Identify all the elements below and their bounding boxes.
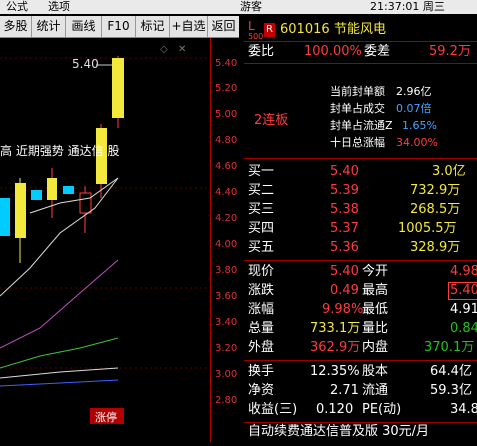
chart-title: 高 近期强势 通达信 股 bbox=[0, 143, 119, 158]
f10-button[interactable]: F10 bbox=[102, 16, 136, 37]
wei-row: 委比 100.00% 委差 59.2万 bbox=[248, 44, 471, 59]
stat-row-2: 涨跌 0.49 最高 5.40 bbox=[244, 281, 477, 301]
axis-tick: 3.20 bbox=[215, 343, 238, 354]
axis-tick: 4.00 bbox=[215, 239, 238, 250]
axis-tick: 3.60 bbox=[215, 291, 238, 302]
candle-1 bbox=[0, 198, 10, 236]
multi-stock-button[interactable]: 多股 bbox=[0, 16, 32, 37]
axis-tick: 4.60 bbox=[215, 161, 238, 172]
candle-2 bbox=[15, 183, 26, 238]
axis-tick: 5.20 bbox=[215, 83, 238, 94]
margin-badge: R bbox=[264, 23, 275, 37]
quote-panel: L 500 R 601016 节能风电 委比 100.00% 委差 59.2万 … bbox=[244, 16, 477, 442]
buy-row-3[interactable]: 买三 5.38 268.5万 bbox=[244, 200, 477, 220]
board-tag: L bbox=[248, 19, 255, 33]
chart-toolbar: 多股 统计 画线 F10 标记 +自选 返回 bbox=[0, 16, 239, 38]
seal-row-4: 十日总涨幅 34.00% bbox=[330, 136, 438, 149]
axis-tick: 3.40 bbox=[215, 317, 238, 328]
buy-row-4[interactable]: 买四 5.37 1005.5万 bbox=[244, 219, 477, 239]
stat-row-4: 总量 733.1万 量比 0.84 bbox=[248, 321, 477, 336]
mark-button[interactable]: 标记 bbox=[136, 16, 170, 37]
stats-button[interactable]: 统计 bbox=[32, 16, 66, 37]
stat-row-3: 涨幅 9.98% 最低 4.91 bbox=[248, 302, 477, 317]
stat2-row-2: 净资 2.71 流通 59.3亿 bbox=[248, 383, 472, 398]
quote-header: L 500 R 601016 节能风电 bbox=[244, 19, 477, 41]
menu-formula[interactable]: 公式 bbox=[6, 0, 28, 14]
stat2-row-1: 换手 12.35% 股本 64.4亿 bbox=[248, 364, 472, 379]
axis-tick: 4.80 bbox=[215, 135, 238, 146]
menu-options[interactable]: 选项 bbox=[48, 0, 70, 14]
stat2-row-3: 收益(三) 0.120 PE(动) 34.8 bbox=[248, 402, 477, 417]
close-icon: ✕ bbox=[178, 44, 186, 55]
back-button[interactable]: 返回 bbox=[208, 16, 239, 37]
candle-6 bbox=[79, 192, 92, 214]
candle-4 bbox=[47, 178, 57, 200]
stat-row-5: 外盘 362.9万 内盘 370.1万 bbox=[248, 340, 475, 355]
candle-3 bbox=[31, 190, 42, 200]
draw-line-button[interactable]: 画线 bbox=[66, 16, 102, 37]
stock-name: 节能风电 bbox=[334, 22, 387, 37]
axis-tick: 4.20 bbox=[215, 213, 238, 224]
add-favorite-button[interactable]: +自选 bbox=[170, 16, 208, 37]
stat-row-1: 现价 5.40 今开 4.98 bbox=[248, 264, 477, 279]
buy-row-1[interactable]: 买一 5.40 3.0亿 bbox=[244, 162, 477, 182]
axis-tick: 5.00 bbox=[215, 109, 238, 120]
price-axis: 5.40 5.20 5.00 4.80 4.60 4.40 4.20 4.00 … bbox=[210, 38, 244, 442]
guest-label: 游客 bbox=[240, 0, 262, 13]
stock-code: 601016 bbox=[280, 22, 330, 37]
axis-tick: 3.00 bbox=[215, 369, 238, 380]
buy-row-5[interactable]: 买五 5.36 328.9万 bbox=[244, 238, 477, 258]
diamond-icon: ◇ bbox=[160, 44, 168, 55]
title-bar: 公式 选项 游客 21:37:01 周三 bbox=[0, 0, 477, 14]
price-label: 5.40 bbox=[72, 57, 99, 71]
candle-8 bbox=[112, 58, 124, 118]
axis-tick: 3.80 bbox=[215, 265, 238, 276]
candle-5 bbox=[63, 186, 74, 194]
kline-svg: ◇ ✕ 5.40 高 近期强势 通达信 股 涨停 bbox=[0, 44, 210, 424]
clock: 21:37:01 周三 bbox=[370, 0, 445, 13]
board-tag-sub: 500 bbox=[248, 32, 264, 41]
footer-ad[interactable]: 自动续费通达信普及版 30元/月 bbox=[244, 422, 477, 442]
axis-tick: 5.40 bbox=[215, 58, 238, 69]
buy-row-2[interactable]: 买二 5.39 732.9万 bbox=[244, 181, 477, 201]
kline-chart[interactable]: ◇ ✕ 5.40 高 近期强势 通达信 股 涨停 bbox=[0, 38, 210, 442]
limit-up-label: 涨停 bbox=[95, 410, 117, 424]
axis-tick: 2.80 bbox=[215, 395, 238, 406]
axis-tick: 4.40 bbox=[215, 187, 238, 198]
